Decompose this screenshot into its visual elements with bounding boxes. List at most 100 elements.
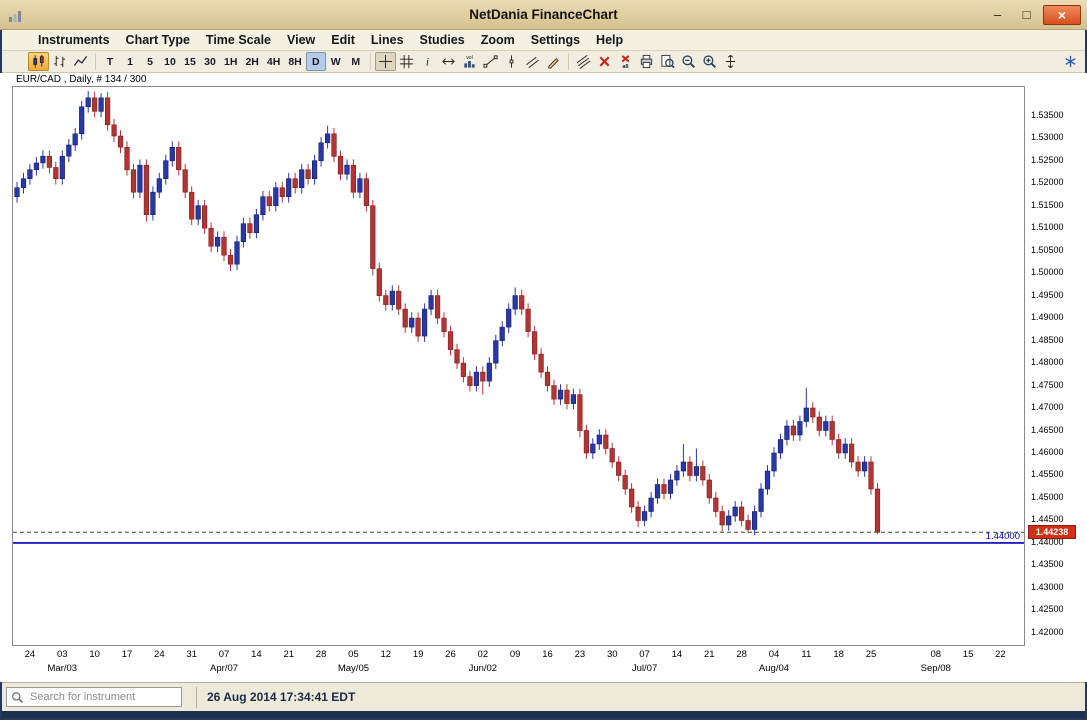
- toolbar-separator: [95, 53, 96, 70]
- pencil-tool-button[interactable]: [543, 52, 564, 71]
- candle: [435, 290, 440, 324]
- scroll-horizontal-button[interactable]: [438, 52, 459, 71]
- menu-studies[interactable]: Studies: [412, 33, 473, 47]
- candle: [519, 290, 524, 315]
- y-axis-label: 1.48500: [1031, 335, 1064, 345]
- x-axis-days[interactable]: 2403101724310714212805121926020916233007…: [0, 649, 1060, 663]
- horizontal-line-label[interactable]: 1.44000: [986, 531, 1020, 542]
- x-axis-day-label: 26: [445, 649, 456, 660]
- delete-all-lines-button[interactable]: all: [615, 52, 636, 71]
- candle: [422, 303, 427, 342]
- zoom-out-button[interactable]: [678, 52, 699, 71]
- candle: [396, 285, 401, 315]
- timeframe-8h-button[interactable]: 8H: [284, 52, 305, 71]
- timeframe-10-button[interactable]: 10: [160, 52, 180, 71]
- statusbar-separator: [196, 687, 197, 708]
- timeframe-4h-button[interactable]: 4H: [263, 52, 284, 71]
- menu-time-scale[interactable]: Time Scale: [198, 33, 279, 47]
- candle: [642, 506, 647, 527]
- value-scale-button[interactable]: [720, 52, 741, 71]
- y-axis[interactable]: 1.535001.530001.525001.520001.515001.510…: [1026, 86, 1087, 646]
- search-input[interactable]: [28, 690, 177, 704]
- maximize-button[interactable]: □: [1014, 5, 1039, 25]
- line-chart-icon: [73, 54, 88, 69]
- candle: [591, 438, 596, 459]
- candle: [752, 506, 757, 536]
- info-button[interactable]: i: [417, 52, 438, 71]
- window-controls: – □ ×: [985, 5, 1081, 25]
- candle: [629, 483, 634, 513]
- print-preview-button[interactable]: [657, 52, 678, 71]
- y-axis-label: 1.53500: [1031, 110, 1064, 120]
- current-price-tag: 1.44238: [1028, 525, 1076, 539]
- candle: [364, 173, 369, 212]
- timeframe-2h-button[interactable]: 2H: [241, 52, 262, 71]
- y-axis-label: 1.42000: [1031, 627, 1064, 637]
- candle: [584, 425, 589, 459]
- timeframe-1-button[interactable]: 1: [120, 52, 140, 71]
- close-button[interactable]: ×: [1043, 5, 1081, 25]
- menu-chart-type[interactable]: Chart Type: [118, 33, 198, 47]
- trend-line-tool-button[interactable]: [480, 52, 501, 71]
- scroll-horizontal-icon: [441, 54, 456, 69]
- candle: [616, 456, 621, 481]
- vertical-line-tool-icon: [504, 54, 519, 69]
- candle: [739, 501, 744, 526]
- candle: [856, 456, 861, 477]
- minimize-button[interactable]: –: [985, 5, 1010, 25]
- timeframe-5-button[interactable]: 5: [140, 52, 160, 71]
- print-button[interactable]: [636, 52, 657, 71]
- x-axis-month-label: Apr/07: [210, 663, 238, 674]
- parallel-channel-tool-button[interactable]: [522, 52, 543, 71]
- menu-view[interactable]: View: [279, 33, 323, 47]
- titlebar[interactable]: NetDania FinanceChart – □ ×: [0, 0, 1087, 30]
- line-chart-button[interactable]: [70, 52, 91, 71]
- menu-instruments[interactable]: Instruments: [30, 33, 118, 47]
- candle: [545, 366, 550, 391]
- y-axis-label: 1.51000: [1031, 222, 1064, 232]
- candle: [202, 200, 207, 234]
- candlestick-chart-button[interactable]: [28, 52, 49, 71]
- candle: [474, 366, 479, 391]
- menu-help[interactable]: Help: [588, 33, 631, 47]
- y-axis-label: 1.50500: [1031, 245, 1064, 255]
- candle: [92, 92, 97, 117]
- candle: [578, 389, 583, 438]
- star-button[interactable]: [1060, 52, 1081, 71]
- x-axis-month-label: Aug/04: [759, 663, 789, 674]
- price-chart[interactable]: [13, 87, 1024, 645]
- candle: [875, 483, 880, 534]
- timeframe-15-button[interactable]: 15: [180, 52, 200, 71]
- delete-line-button[interactable]: [594, 52, 615, 71]
- candle: [47, 150, 52, 173]
- bar-chart-button[interactable]: [49, 52, 70, 71]
- timeframe-t-button[interactable]: T: [100, 52, 120, 71]
- crosshair-button[interactable]: [375, 52, 396, 71]
- candle: [565, 384, 570, 409]
- vertical-line-tool-button[interactable]: [501, 52, 522, 71]
- timeframe-m-button[interactable]: M: [346, 52, 366, 71]
- candle: [765, 465, 770, 495]
- menu-edit[interactable]: Edit: [323, 33, 363, 47]
- menu-lines[interactable]: Lines: [363, 33, 412, 47]
- info-icon: i: [420, 54, 435, 69]
- candle: [345, 159, 350, 180]
- candle: [86, 91, 91, 113]
- zoom-in-button[interactable]: [699, 52, 720, 71]
- candle: [138, 159, 143, 198]
- candle: [67, 139, 72, 162]
- candle: [804, 388, 809, 428]
- candle: [597, 429, 602, 450]
- grid-button[interactable]: [396, 52, 417, 71]
- candle: [461, 357, 466, 382]
- x-axis-day-label: 31: [186, 649, 197, 660]
- volume-button[interactable]: vol: [459, 52, 480, 71]
- menu-settings[interactable]: Settings: [523, 33, 588, 47]
- timeframe-1h-button[interactable]: 1H: [220, 52, 241, 71]
- candle: [196, 200, 201, 225]
- timeframe-d-button[interactable]: D: [306, 52, 326, 71]
- menu-zoom[interactable]: Zoom: [473, 33, 523, 47]
- timeframe-w-button[interactable]: W: [326, 52, 346, 71]
- timeframe-30-button[interactable]: 30: [200, 52, 220, 71]
- multi-line-tool-button[interactable]: [573, 52, 594, 71]
